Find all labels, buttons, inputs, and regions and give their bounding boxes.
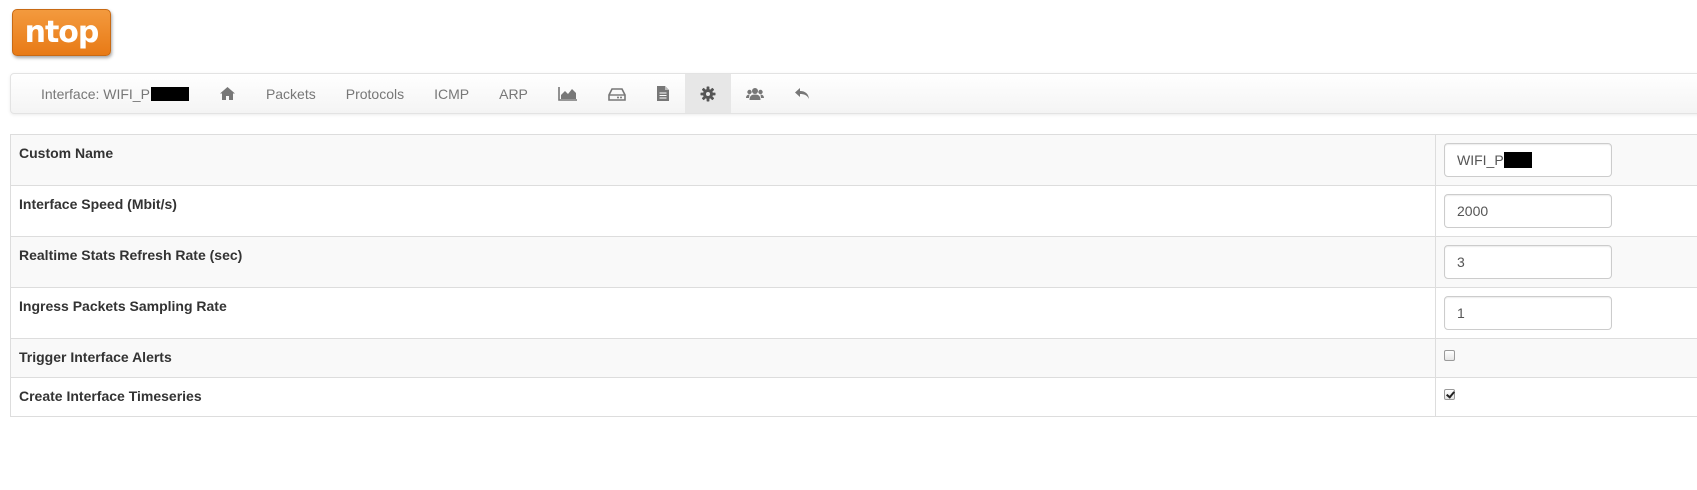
setting-row-sampling-rate: Ingress Packets Sampling Rate 1	[10, 287, 1697, 339]
nav-protocols[interactable]: Protocols	[331, 74, 419, 113]
interface-speed-input[interactable]: 2000	[1444, 194, 1612, 228]
trigger-alerts-checkbox[interactable]	[1444, 350, 1455, 361]
create-timeseries-checkbox[interactable]	[1444, 389, 1455, 400]
nav-interface-name[interactable]: Interface: WIFI_P	[11, 74, 204, 113]
redacted-block	[1503, 152, 1532, 168]
nav-arp[interactable]: ARP	[484, 74, 543, 113]
setting-row-custom-name: Custom Name WIFI_P	[10, 134, 1697, 186]
nav-settings[interactable]	[684, 74, 731, 113]
area-chart-icon	[558, 86, 578, 101]
nav-disk[interactable]	[593, 74, 641, 113]
setting-label: Custom Name	[10, 134, 1436, 186]
ntop-logo[interactable]: ntop	[12, 9, 111, 56]
setting-label: Trigger Interface Alerts	[10, 338, 1436, 378]
nav-back[interactable]	[779, 74, 825, 113]
nav-users[interactable]	[731, 74, 779, 113]
nav-packets[interactable]: Packets	[251, 74, 331, 113]
sampling-rate-input[interactable]: 1	[1444, 296, 1612, 330]
nav-home[interactable]	[204, 74, 251, 113]
refresh-rate-input[interactable]: 3	[1444, 245, 1612, 279]
setting-label: Ingress Packets Sampling Rate	[10, 287, 1436, 339]
setting-label: Realtime Stats Refresh Rate (sec)	[10, 236, 1436, 288]
gear-icon	[700, 86, 716, 102]
nav-reports[interactable]	[641, 74, 685, 113]
custom-name-input[interactable]: WIFI_P	[1444, 143, 1612, 177]
interface-navbar: Interface: WIFI_P Packets Protocols ICMP…	[10, 73, 1697, 114]
interface-name-label: Interface: WIFI_P	[41, 85, 150, 102]
setting-row-refresh-rate: Realtime Stats Refresh Rate (sec) 3	[10, 236, 1697, 288]
setting-label: Create Interface Timeseries	[10, 377, 1436, 417]
home-icon	[219, 86, 236, 101]
reply-icon	[794, 87, 810, 100]
users-icon	[745, 87, 764, 101]
setting-row-interface-speed: Interface Speed (Mbit/s) 2000	[10, 185, 1697, 237]
redacted-block	[150, 86, 189, 101]
file-text-icon	[656, 85, 670, 102]
setting-row-trigger-alerts: Trigger Interface Alerts	[10, 338, 1697, 378]
interface-settings-table: Custom Name WIFI_P Interface Speed (Mbit…	[10, 134, 1697, 417]
hdd-icon	[608, 87, 626, 101]
nav-charts[interactable]	[543, 74, 593, 113]
setting-row-create-timeseries: Create Interface Timeseries	[10, 377, 1697, 417]
nav-icmp[interactable]: ICMP	[419, 74, 484, 113]
setting-label: Interface Speed (Mbit/s)	[10, 185, 1436, 237]
